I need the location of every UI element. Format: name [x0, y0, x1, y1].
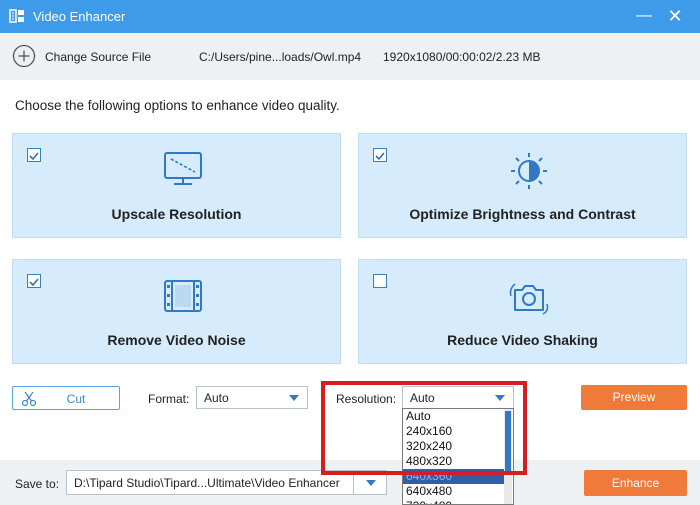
dropdown-scrollbar[interactable] — [504, 409, 512, 504]
save-path-select[interactable]: D:\Tipard Studio\Tipard...Ultimate\Video… — [66, 470, 387, 495]
save-path-dropdown[interactable] — [353, 471, 387, 494]
app-icon — [9, 9, 24, 23]
option-label: Remove Video Noise — [107, 332, 246, 348]
film-icon — [164, 280, 202, 312]
cut-label: Cut — [66, 392, 86, 406]
chevron-down-icon — [366, 480, 376, 486]
monitor-icon — [164, 152, 202, 185]
checkbox-noise[interactable] — [27, 274, 41, 288]
save-path-value: D:\Tipard Studio\Tipard...Ultimate\Video… — [74, 476, 340, 490]
checkmark-icon — [29, 152, 39, 161]
checkbox-brightness[interactable] — [373, 148, 387, 162]
checkmark-icon — [29, 278, 39, 287]
change-source-button[interactable]: Change Source File — [45, 50, 151, 64]
chevron-down-icon — [495, 395, 505, 401]
add-source-icon[interactable] — [12, 44, 36, 68]
resolution-option[interactable]: 480x320 — [403, 454, 505, 469]
checkbox-shaking[interactable] — [373, 274, 387, 288]
camera-icon — [509, 283, 549, 315]
minimize-button[interactable]: — — [631, 4, 657, 28]
brightness-icon — [511, 153, 547, 189]
resolution-label: Resolution: — [336, 392, 397, 406]
format-select[interactable]: Auto — [196, 386, 308, 409]
title-bar: Video Enhancer — ✕ — [0, 0, 700, 33]
enhance-button[interactable]: Enhance — [584, 470, 687, 496]
option-label: Optimize Brightness and Contrast — [409, 206, 636, 222]
resolution-option-selected[interactable]: 640x360 — [403, 469, 505, 484]
option-upscale-resolution[interactable]: Upscale Resolution — [12, 133, 341, 238]
save-to-label: Save to: — [15, 477, 60, 491]
resolution-option[interactable]: 640x480 — [403, 484, 505, 499]
source-info: 1920x1080/00:00:02/2.23 MB — [383, 50, 541, 64]
resolution-select[interactable]: Auto — [402, 386, 514, 409]
format-label: Format: — [148, 392, 190, 406]
preview-button[interactable]: Preview — [581, 385, 687, 410]
resolution-dropdown-list[interactable]: Auto 240x160 320x240 480x320 640x360 640… — [402, 408, 514, 505]
option-remove-noise[interactable]: Remove Video Noise — [12, 259, 341, 364]
scrollbar-thumb[interactable] — [505, 411, 511, 471]
option-optimize-brightness[interactable]: Optimize Brightness and Contrast — [358, 133, 687, 238]
close-button[interactable]: ✕ — [662, 4, 688, 28]
resolution-value: Auto — [410, 391, 435, 405]
resolution-option[interactable]: 720x480 — [403, 499, 505, 504]
window-title: Video Enhancer — [33, 9, 126, 24]
instruction-text: Choose the following options to enhance … — [15, 98, 340, 113]
format-value: Auto — [204, 391, 229, 405]
checkbox-upscale[interactable] — [27, 148, 41, 162]
resolution-option[interactable]: Auto — [403, 409, 505, 424]
checkmark-icon — [375, 152, 385, 161]
chevron-down-icon — [289, 395, 299, 401]
source-path: C:/Users/pine...loads/Owl.mp4 — [199, 50, 362, 64]
option-label: Upscale Resolution — [111, 206, 242, 222]
source-bar: Change Source File C:/Users/pine...loads… — [0, 33, 700, 80]
option-reduce-shaking[interactable]: Reduce Video Shaking — [358, 259, 687, 364]
resolution-option[interactable]: 240x160 — [403, 424, 505, 439]
cut-button[interactable]: Cut — [12, 386, 120, 410]
option-label: Reduce Video Shaking — [447, 332, 598, 348]
resolution-option[interactable]: 320x240 — [403, 439, 505, 454]
